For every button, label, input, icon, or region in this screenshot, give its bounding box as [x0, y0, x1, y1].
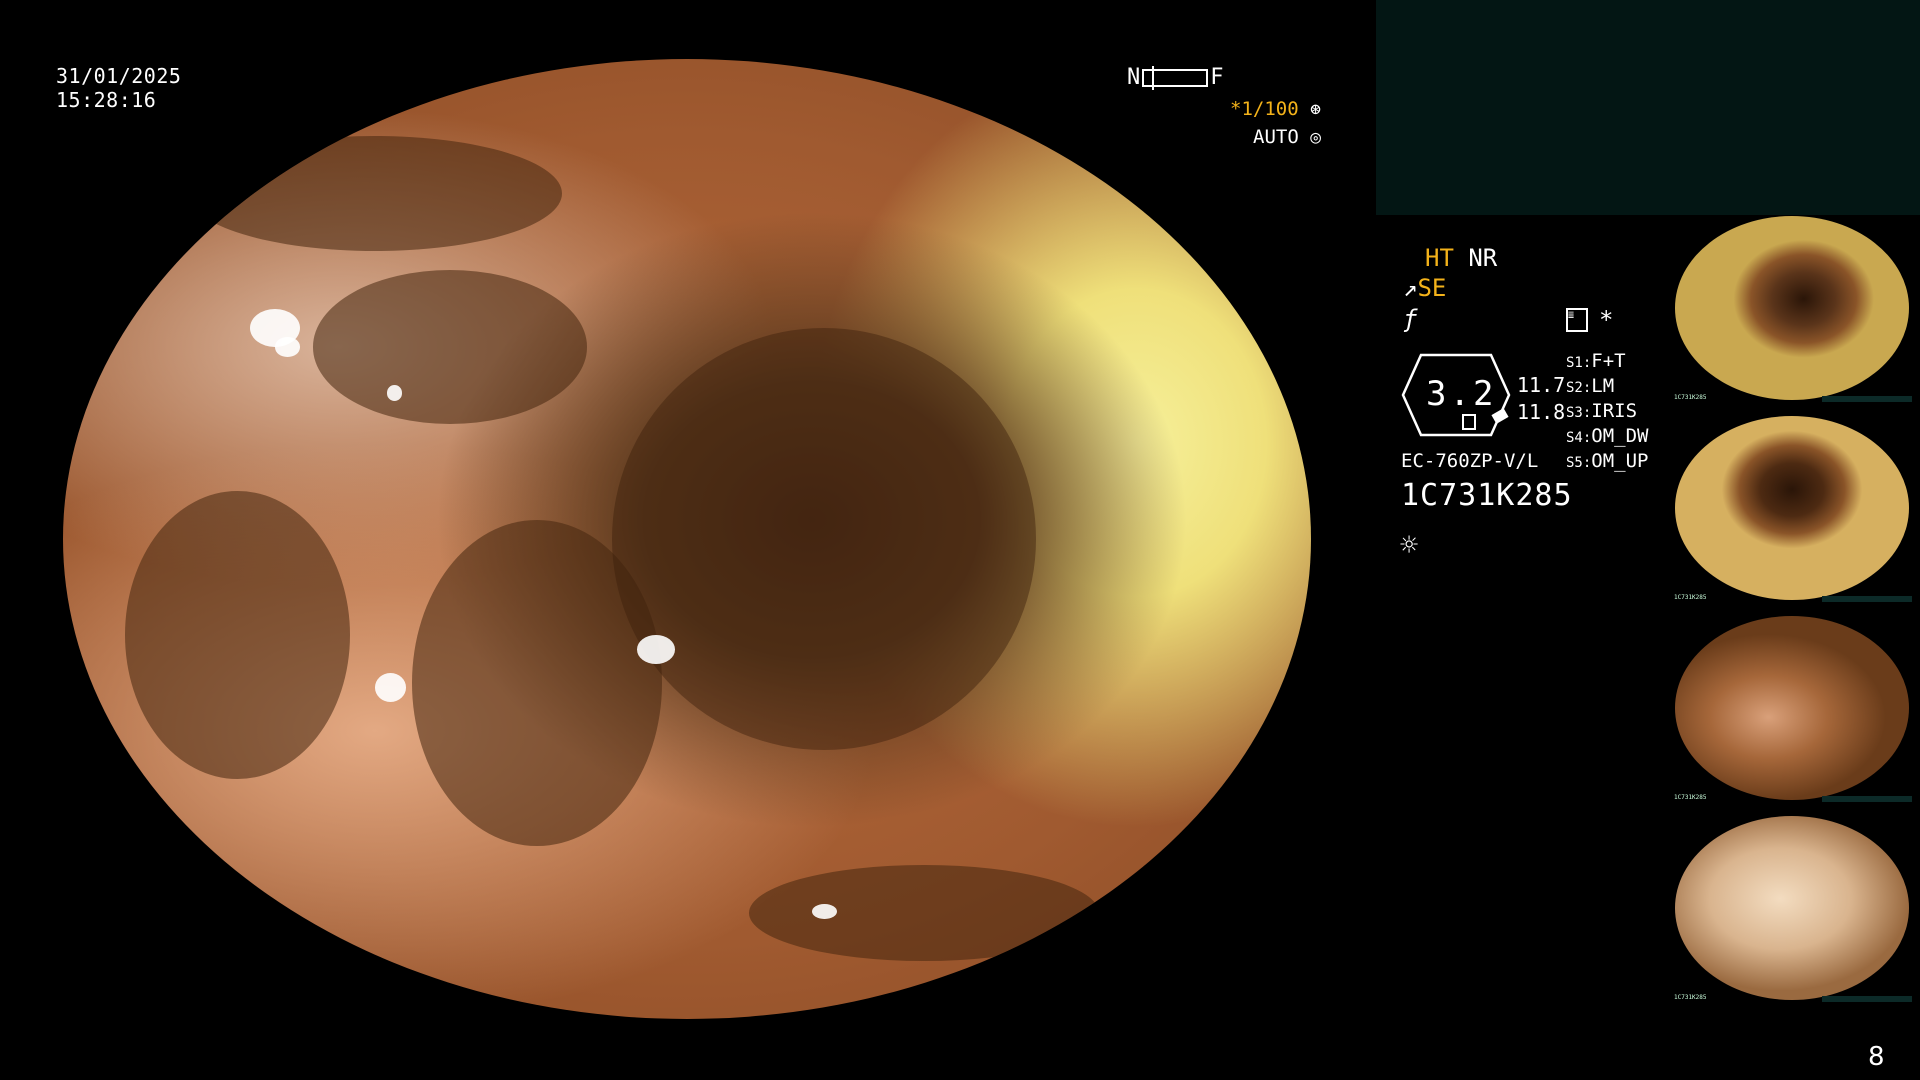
- info-header-panel: [1376, 0, 1920, 215]
- capture-thumbnail-4[interactable]: 1C731K285: [1672, 816, 1912, 1002]
- view-top-mask: [63, 0, 1311, 59]
- nr-label: NR: [1468, 244, 1498, 272]
- enhance-icon: ↗: [1403, 274, 1418, 302]
- capture-thumbnail-2[interactable]: 1C731K285: [1672, 416, 1912, 602]
- gauge-reading-2: 11.8: [1517, 400, 1566, 424]
- setting-key: S2:: [1566, 380, 1592, 396]
- setting-value: OM_UP: [1591, 450, 1649, 472]
- near-far-marker: [1152, 66, 1155, 90]
- shutter-icon: ⊛: [1310, 99, 1321, 120]
- thumbnail-bar: [1822, 996, 1912, 1002]
- thumbnail-bar: [1822, 796, 1912, 802]
- sun-icon: ☼: [1400, 528, 1419, 563]
- time-text: 15:28:16: [56, 88, 157, 112]
- list-icon: ≣: [1566, 308, 1588, 332]
- gauge-reading-1: 11.7: [1517, 373, 1566, 397]
- setting-s4: S4:OM_DW: [1566, 425, 1649, 447]
- thumbnail-bar: [1822, 596, 1912, 602]
- near-label: N: [1127, 65, 1141, 90]
- thumbnail-image: [1675, 216, 1909, 400]
- exposure-value: AUTO: [1253, 126, 1299, 148]
- thumbnail-caption: 1C731K285: [1674, 594, 1707, 601]
- far-label: F: [1210, 65, 1224, 90]
- se-label: SE: [1417, 274, 1447, 302]
- setting-value: F+T: [1591, 350, 1626, 372]
- capture-thumbnail-1[interactable]: 1C731K285: [1672, 216, 1912, 402]
- f-symbol-icon: ƒ: [1403, 305, 1418, 333]
- near-far-indicator: NF: [1127, 65, 1224, 90]
- exposure-mode: AUTO ◎: [1253, 126, 1321, 148]
- shutter-speed: *1/100 ⊛: [1230, 98, 1321, 120]
- thumbnail-image: [1675, 616, 1909, 800]
- endoscope-main-view: [63, 59, 1311, 1019]
- thumbnail-image: [1675, 416, 1909, 600]
- scope-model: EC-760ZP-V/L: [1401, 450, 1539, 472]
- setting-s5: S5:OM_UP: [1566, 450, 1649, 472]
- mode-row-ht: HT NR: [1425, 244, 1497, 272]
- gauge-value: 3.2: [1426, 374, 1497, 414]
- setting-key: S4:: [1566, 430, 1592, 446]
- datetime-overlay: 31/01/2025 15:28:16: [56, 64, 181, 112]
- shutter-value: *1/100: [1230, 98, 1299, 120]
- setting-s1: S1:F+T: [1566, 350, 1626, 372]
- setting-value: LM: [1591, 375, 1615, 397]
- thumbnail-bar: [1822, 396, 1912, 402]
- setting-key: S5:: [1566, 455, 1592, 471]
- capture-thumbnail-3[interactable]: 1C731K285: [1672, 616, 1912, 802]
- scope-serial: 1C731K285: [1401, 478, 1573, 513]
- setting-key: S1:: [1566, 355, 1592, 371]
- mode-row-se: ↗SE: [1403, 274, 1446, 302]
- setting-s2: S2:LM: [1566, 375, 1614, 397]
- setting-s3: S3:IRIS: [1566, 400, 1637, 422]
- near-far-track: [1142, 66, 1209, 90]
- thumbnail-caption: 1C731K285: [1674, 994, 1707, 1001]
- thumbnail-image: [1675, 816, 1909, 1000]
- setting-value: OM_DW: [1591, 425, 1649, 447]
- page-number: 8: [1868, 1042, 1885, 1072]
- date-text: 31/01/2025: [56, 64, 182, 88]
- iris-icon: ◎: [1310, 127, 1322, 148]
- setting-key: S3:: [1566, 405, 1592, 421]
- thumbnail-caption: 1C731K285: [1674, 394, 1707, 401]
- setting-value: IRIS: [1591, 400, 1638, 422]
- asterisk-icon: *: [1599, 306, 1614, 334]
- ht-label: HT: [1425, 244, 1454, 272]
- thumbnail-caption: 1C731K285: [1674, 794, 1707, 801]
